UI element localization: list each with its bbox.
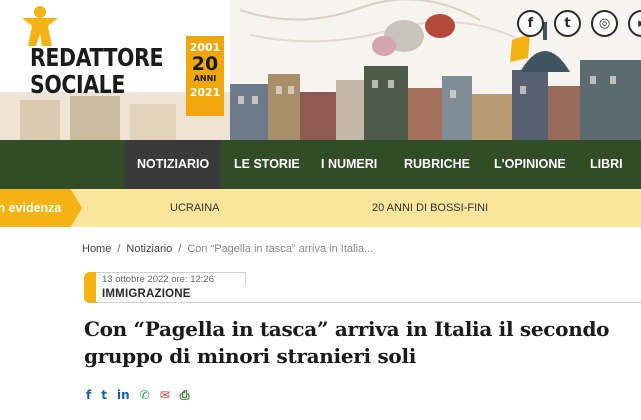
logo-wordmark: REDATTORE SOCIALE (30, 43, 164, 99)
share-email-icon[interactable]: ✉ (160, 387, 170, 403)
site-logo[interactable]: REDATTORE SOCIALE 2001 20 ANNI 2021 (6, 0, 226, 140)
article-title: Con “Pagella in tasca” arriva in Italia … (84, 317, 610, 368)
facebook-icon[interactable]: f (517, 10, 544, 37)
nav-item-notiziario[interactable]: NOTIZIARIO (125, 140, 222, 189)
share-whatsapp-icon[interactable]: ✆ (140, 387, 150, 403)
article-meta: 13 ottobre 2022 ore: 12:26 IMMIGRAZIONE (84, 272, 641, 303)
article-date: 13 ottobre 2022 ore: 12:26 (102, 274, 214, 285)
share-linkedin-icon[interactable]: in (117, 387, 130, 403)
social-links: f t ◎ ▸ (517, 10, 641, 37)
meta-divider (96, 302, 641, 303)
share-print-icon[interactable]: ⎙ (180, 387, 190, 403)
share-twitter-icon[interactable]: t (101, 387, 107, 403)
meta-accent-bar (84, 272, 96, 303)
article-category[interactable]: IMMIGRAZIONE (102, 288, 191, 300)
nav-item-libri[interactable]: LIBRI (590, 140, 623, 189)
nav-item-le-storie[interactable]: LE STORIE (234, 140, 300, 189)
evidence-label: In evidenza (0, 189, 82, 227)
breadcrumb-current: Con “Pagella in tasca” arriva in Italia.… (187, 243, 374, 255)
instagram-icon[interactable]: ◎ (591, 10, 618, 37)
share-bar: f t in ✆ ✉ ⎙ (86, 387, 189, 403)
share-facebook-icon[interactable]: f (86, 387, 91, 403)
breadcrumb-notiziario[interactable]: Notiziario (126, 243, 172, 255)
breadcrumb-separator: / (178, 243, 182, 255)
breadcrumb: Home / Notiziario / Con “Pagella in tasca” a… (82, 243, 373, 255)
evidence-bar: In evidenza UCRAINA 20 ANNI DI BOSSI-FIN… (0, 189, 641, 227)
nav-item-opinione[interactable]: L'OPINIONE (494, 140, 566, 189)
nav-item-rubriche[interactable]: RUBRICHE (404, 140, 470, 189)
breadcrumb-home[interactable]: Home (82, 243, 111, 255)
breadcrumb-separator: / (117, 243, 121, 255)
site-header: REDATTORE SOCIALE 2001 20 ANNI 2021 f t … (0, 0, 641, 140)
evidence-link-bossi-fini[interactable]: 20 ANNI DI BOSSI-FINI (372, 189, 488, 227)
anniversary-badge: 2001 20 ANNI 2021 (186, 36, 224, 116)
evidence-link-ucraina[interactable]: UCRAINA (170, 189, 220, 227)
extra-social-icon[interactable]: ▸ (628, 10, 641, 37)
twitter-icon[interactable]: t (554, 10, 581, 37)
main-nav: NOTIZIARIO LE STORIE I NUMERI RUBRICHE L… (0, 140, 641, 189)
nav-item-i-numeri[interactable]: I NUMERI (321, 140, 377, 189)
